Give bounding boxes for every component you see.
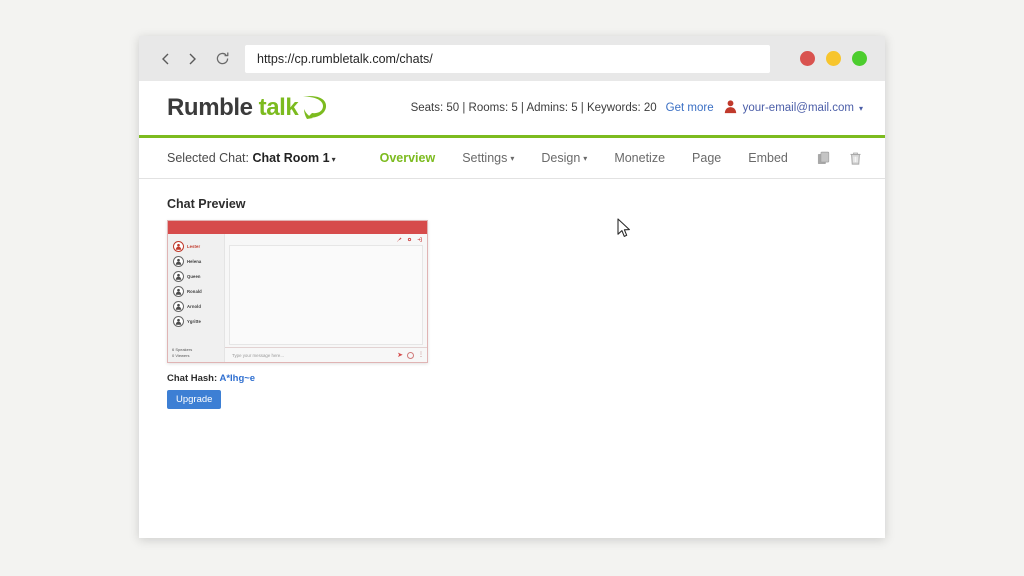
chat-widget-titlebar <box>168 221 427 234</box>
tab-page[interactable]: Page <box>692 151 721 165</box>
chat-user-name: Ronald <box>187 289 202 294</box>
reload-icon[interactable] <box>209 46 235 72</box>
tab-page-label: Page <box>692 151 722 165</box>
page-content: Rumble talk Seats: 50 | Rooms: 5 | Admin… <box>139 81 885 538</box>
maximize-button[interactable] <box>852 51 867 66</box>
avatar <box>173 286 184 297</box>
chat-message-input-placeholder: Type your message here... <box>232 352 284 358</box>
screen: Rumble talk Seats: 50 | Rooms: 5 | Admin… <box>0 0 1024 576</box>
avatar <box>173 256 184 267</box>
selected-chat-label: Selected Chat: <box>167 151 249 165</box>
app-header: Rumble talk Seats: 50 | Rooms: 5 | Admin… <box>139 81 885 135</box>
upgrade-button[interactable]: Upgrade <box>167 390 222 409</box>
chat-user-name: Arnold <box>187 304 202 309</box>
tab-monetize[interactable]: Monetize <box>614 151 665 165</box>
chat-hash-label: Chat Hash: <box>167 373 218 384</box>
tab-overview[interactable]: Overview <box>380 151 436 165</box>
chat-user-list: Lester Helena Queen Ronald Arnold Ygritt… <box>168 234 225 362</box>
nav-tabs: Overview Settings ▾ Design ▾ Monetize Pa <box>380 151 788 165</box>
logo-text-primary: Rumble <box>167 94 253 121</box>
avatar <box>173 316 184 327</box>
chat-toolbar <box>225 234 427 245</box>
tab-design-label: Design <box>541 151 581 165</box>
viewers-count: 0 Viewers <box>172 353 190 359</box>
emoji-icon[interactable] <box>407 351 414 359</box>
list-item[interactable]: Helena <box>168 254 224 269</box>
account-email: your-email@mail.com <box>742 102 854 114</box>
get-more-link[interactable]: Get more <box>666 102 714 114</box>
list-item[interactable]: Queen <box>168 269 224 284</box>
tab-embed[interactable]: Embed <box>748 151 788 165</box>
chat-input-actions: ➤ ⋮ <box>397 351 424 359</box>
chat-widget-body: Lester Helena Queen Ronald Arnold Ygritt… <box>168 234 427 362</box>
selected-chat-dropdown[interactable]: Selected Chat: Chat Room 1 ▾ <box>167 151 336 165</box>
send-arrow-icon[interactable]: ➤ <box>397 352 403 359</box>
address-bar[interactable] <box>245 44 770 73</box>
chat-user-name: Queen <box>187 274 201 279</box>
forward-icon[interactable] <box>179 46 205 72</box>
trash-icon[interactable] <box>848 151 863 166</box>
page-title: Chat Preview <box>167 197 246 211</box>
chat-message-area[interactable] <box>229 245 423 345</box>
chevron-down-icon: ▾ <box>583 153 588 163</box>
main-content: Chat Preview Lester Helena Queen Ronald … <box>139 179 885 409</box>
speech-bubble-icon <box>299 93 329 123</box>
more-vertical-icon[interactable]: ⋮ <box>418 352 424 358</box>
close-button[interactable] <box>800 51 815 66</box>
logo-text-secondary: talk <box>258 94 299 121</box>
chat-user-name: Lester <box>187 244 201 249</box>
tab-settings[interactable]: Settings ▾ <box>462 151 514 165</box>
list-item[interactable]: Arnold <box>168 299 224 314</box>
gear-icon[interactable] <box>407 237 412 242</box>
avatar <box>173 241 184 252</box>
back-icon[interactable] <box>153 46 179 72</box>
user-avatar-icon <box>723 99 738 117</box>
rumbletalk-logo[interactable]: Rumble talk <box>167 93 329 123</box>
chat-input-bar[interactable]: Type your message here... ➤ ⋮ <box>225 347 427 362</box>
tab-monetize-label: Monetize <box>614 151 666 165</box>
tab-overview-label: Overview <box>379 151 436 165</box>
window-controls <box>800 51 871 66</box>
avatar <box>173 301 184 312</box>
nav-action-icons <box>817 151 863 166</box>
account-stats: Seats: 50 | Rooms: 5 | Admins: 5 | Keywo… <box>410 102 657 114</box>
exit-icon[interactable] <box>417 237 422 242</box>
tab-embed-label: Embed <box>748 151 788 165</box>
chevron-down-icon: ▾ <box>331 155 336 164</box>
duplicate-icon[interactable] <box>817 151 832 166</box>
secondary-nav: Selected Chat: Chat Room 1 ▾ Overview Set… <box>139 138 885 179</box>
avatar <box>173 271 184 282</box>
browser-window: Rumble talk Seats: 50 | Rooms: 5 | Admin… <box>139 36 885 538</box>
selected-chat-value: Chat Room 1 <box>252 151 330 165</box>
list-item[interactable]: Lester <box>168 239 224 254</box>
minimize-button[interactable] <box>826 51 841 66</box>
chat-hash-value: A*Ihg~e <box>219 373 256 384</box>
chat-user-name: Helena <box>187 259 202 264</box>
chevron-down-icon: ▾ <box>858 103 863 113</box>
tab-settings-label: Settings <box>462 151 508 165</box>
list-item[interactable]: Ronald <box>168 284 224 299</box>
account-menu[interactable]: your-email@mail.com ▾ <box>723 99 863 117</box>
chevron-down-icon: ▾ <box>510 153 515 163</box>
chat-hash: Chat Hash: A*Ihg~e <box>167 373 857 384</box>
tab-design[interactable]: Design ▾ <box>541 151 587 165</box>
browser-toolbar <box>139 36 885 81</box>
chat-participant-counts: 6 Speakers 0 Viewers <box>168 347 224 362</box>
chat-main-panel: Type your message here... ➤ ⋮ <box>225 234 427 362</box>
header-account-area: Seats: 50 | Rooms: 5 | Admins: 5 | Keywo… <box>411 99 863 117</box>
list-item[interactable]: Ygritte <box>168 314 224 329</box>
chat-user-name: Ygritte <box>187 319 201 324</box>
pin-icon[interactable] <box>397 237 402 242</box>
chat-preview-widget[interactable]: Lester Helena Queen Ronald Arnold Ygritt… <box>167 220 428 363</box>
